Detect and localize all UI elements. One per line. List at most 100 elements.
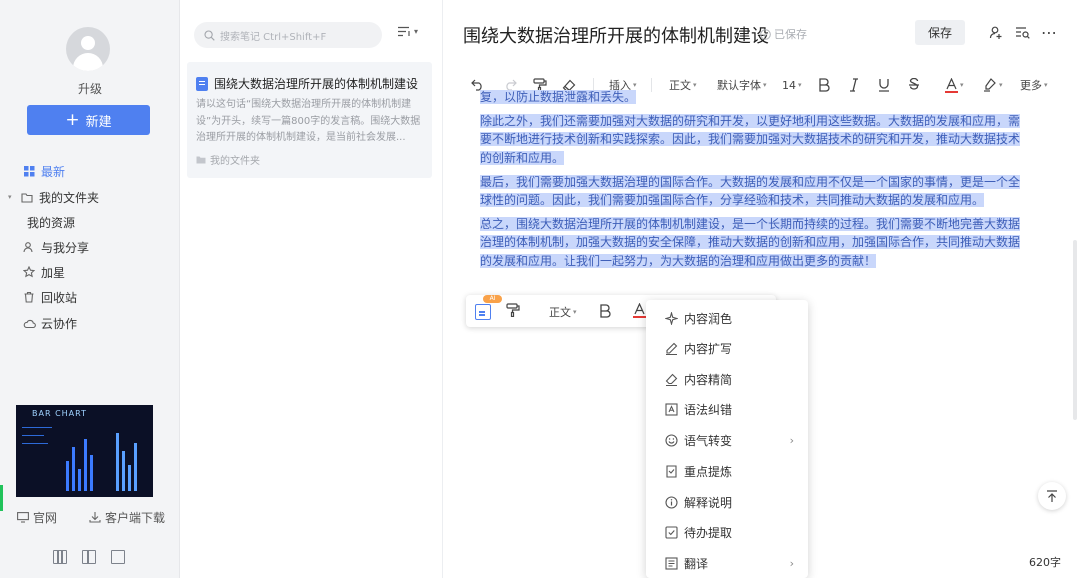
note-folder: 我的文件夹: [210, 156, 260, 167]
side-tab[interactable]: [0, 485, 3, 511]
website-link[interactable]: 官网: [17, 508, 57, 526]
client-download-label: 客户端下载: [105, 510, 166, 525]
sidebar-item-trash[interactable]: 回收站: [0, 285, 180, 309]
thumbnail-bar: [84, 439, 87, 491]
format-painter-icon[interactable]: [506, 303, 520, 317]
outline-search-icon[interactable]: [1015, 25, 1031, 40]
ai-assistant-icon[interactable]: [475, 304, 491, 320]
share-user-icon: [22, 240, 36, 254]
sidebar-item-label: 回收站: [41, 290, 78, 305]
three-column-view-icon[interactable]: [53, 550, 67, 564]
highlight-doc-icon: [664, 464, 678, 478]
thumbnail-line: [22, 435, 44, 436]
sidebar-item-label: 加星: [41, 265, 66, 280]
document-title[interactable]: 围绕大数据治理所开展的体制机制建设: [463, 22, 769, 48]
info-icon: [664, 495, 678, 509]
website-link-label: 官网: [33, 510, 58, 525]
sidebar-item-my-resources[interactable]: 我的资源: [0, 210, 180, 234]
new-button[interactable]: + 新建: [27, 105, 150, 135]
app-window: 升级 + 新建 最新 ▾ 我的文件夹 我的资源 与我分享 加星 回收站 云协作 …: [0, 0, 1080, 578]
document-icon: [196, 76, 208, 91]
chevron-down-icon[interactable]: ▾: [8, 193, 20, 201]
word-count: 620字: [1024, 553, 1066, 571]
menu-item-polish[interactable]: 内容润色: [646, 303, 808, 333]
translate-icon: [664, 556, 678, 570]
document-body[interactable]: 复，以防止数据泄露和丢失。 除此之外，我们还需要加强对大数据的研究和开发，以更好…: [480, 90, 1030, 276]
menu-item-tone[interactable]: 语气转变 ›: [646, 425, 808, 455]
paragraph: 最后，我们需要加强大数据治理的国际合作。大数据的发展和应用不仅是一个国家的事情，…: [480, 173, 1030, 209]
menu-item-key-points[interactable]: 重点提炼: [646, 456, 808, 486]
paragraph: 复，以防止数据泄露和丢失。: [480, 88, 1030, 106]
selected-text: 最后，我们需要加强大数据治理的国际合作。大数据的发展和应用不仅是一个国家的事情，…: [480, 174, 1021, 208]
grid-icon: [22, 164, 36, 178]
menu-item-label: 内容精简: [684, 372, 733, 387]
paragraph: 除此之外，我们还需要加强对大数据的研究和开发，以更好地利用这些数据。大数据的发展…: [480, 112, 1030, 167]
sidebar-item-label: 我的资源: [27, 215, 76, 230]
sidebar-item-starred[interactable]: 加星: [0, 260, 180, 284]
thumbnail-bar: [128, 465, 131, 491]
saved-status: 已保存: [760, 26, 807, 42]
more-icon[interactable]: ⋯: [1041, 23, 1058, 42]
upgrade-link[interactable]: 升级: [0, 80, 180, 97]
promo-thumbnail[interactable]: BAR CHART: [16, 405, 153, 497]
selected-text: 除此之外，我们还需要加强对大数据的研究和开发，以更好地利用这些数据。大数据的发展…: [480, 114, 1021, 165]
bold-icon[interactable]: [599, 304, 611, 318]
ai-dropdown-menu: 内容润色 内容扩写 内容精简 语法纠错 语气转变 › 重点提炼 解释说明 待办提…: [646, 300, 808, 578]
search-icon: [204, 29, 215, 41]
paragraph-style-label: 正文: [549, 306, 571, 319]
folder-icon: [20, 190, 34, 204]
two-column-view-icon[interactable]: [82, 550, 96, 564]
thumbnail-title: BAR CHART: [32, 409, 87, 418]
share-user-icon[interactable]: [989, 25, 1004, 40]
scrollbar[interactable]: [1073, 100, 1077, 520]
trash-icon: [22, 290, 36, 304]
sort-button[interactable]: ▾: [397, 26, 418, 37]
chevron-down-icon: ▾: [1044, 81, 1048, 89]
sidebar-item-my-folder[interactable]: ▾ 我的文件夹: [0, 185, 180, 209]
list-item[interactable]: 围绕大数据治理所开展的体制机制建设 请以这句话“围绕大数据治理所开展的体制机制建…: [187, 62, 432, 178]
scrollbar-thumb[interactable]: [1073, 240, 1077, 420]
thumbnail-bar: [66, 461, 69, 491]
check-circle-icon: [760, 28, 771, 40]
font-color-icon[interactable]: [633, 303, 646, 318]
note-snippet: 请以这句话“围绕大数据治理所开展的体制机制建设”为开头，续写一篇800字的发言稿…: [196, 99, 421, 143]
menu-item-explain[interactable]: 解释说明: [646, 487, 808, 517]
sidebar-item-shared[interactable]: 与我分享: [0, 235, 180, 259]
single-column-view-icon[interactable]: [111, 550, 125, 564]
paragraph: 总之，围绕大数据治理所开展的体制机制建设，是一个长期而持续的过程。我们需要不断地…: [480, 215, 1030, 270]
search-input[interactable]: 搜索笔记 Ctrl+Shift+F: [194, 22, 382, 48]
menu-item-expand[interactable]: 内容扩写: [646, 333, 808, 363]
download-icon: [89, 511, 101, 523]
menu-item-grammar[interactable]: 语法纠错: [646, 394, 808, 424]
sidebar-item-label: 我的文件夹: [39, 190, 100, 205]
menu-item-label: 重点提炼: [684, 464, 733, 479]
thumbnail-line: [22, 443, 48, 444]
new-button-label: 新建: [85, 114, 112, 130]
search-placeholder: 搜索笔记 Ctrl+Shift+F: [220, 31, 327, 43]
avatar[interactable]: [66, 27, 110, 71]
menu-item-todo[interactable]: 待办提取: [646, 517, 808, 547]
checkbox-icon: [664, 525, 678, 539]
thumbnail-bar: [78, 469, 81, 491]
chevron-right-icon: ›: [789, 433, 794, 447]
sidebar-item-recent[interactable]: 最新: [0, 159, 180, 183]
cloud-icon: [22, 316, 36, 330]
save-button[interactable]: 保存: [915, 20, 965, 45]
sort-icon: [397, 26, 411, 37]
thumbnail-bar: [90, 455, 93, 491]
thumbnail-bar: [72, 447, 75, 491]
menu-item-label: 内容扩写: [684, 341, 733, 356]
thumbnail-bar: [116, 433, 119, 491]
sidebar-item-cloud[interactable]: 云协作: [0, 311, 180, 335]
menu-item-condense[interactable]: 内容精简: [646, 364, 808, 394]
menu-item-translate[interactable]: 翻译 ›: [646, 548, 808, 578]
menu-item-label: 翻译: [684, 556, 709, 571]
client-download-link[interactable]: 客户端下载: [89, 508, 165, 526]
menu-item-label: 语法纠错: [684, 402, 733, 417]
back-to-top-button[interactable]: [1038, 482, 1066, 510]
menu-item-label: 待办提取: [684, 525, 733, 540]
plus-icon: +: [65, 109, 80, 130]
pen-icon: [664, 341, 678, 355]
arrow-up-icon: [1046, 489, 1058, 503]
paragraph-style-select[interactable]: 正文 ▾: [549, 304, 577, 320]
